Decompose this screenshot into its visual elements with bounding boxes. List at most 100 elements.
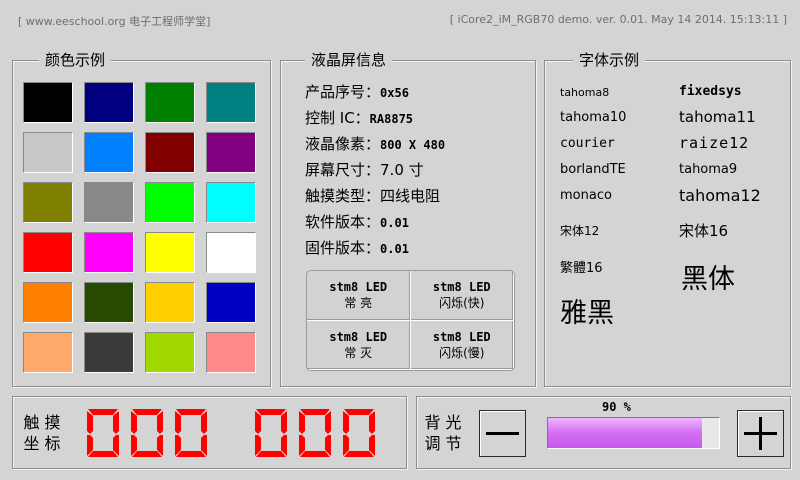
touch-label-line2: 坐 标 xyxy=(23,434,61,453)
led-button-line2: 常 灭 xyxy=(344,345,373,360)
brightness-decrease-button[interactable] xyxy=(479,410,526,457)
font-demo-title: 字体示例 xyxy=(573,51,646,69)
info-label: 产品序号： xyxy=(305,83,381,101)
segment-d xyxy=(256,451,286,457)
seven-segment-digit xyxy=(299,409,331,457)
font-sample-heiti: 黑体 xyxy=(681,264,735,295)
color-swatch xyxy=(145,182,195,223)
font-sample-tahoma11: tahoma11 xyxy=(679,108,756,126)
segment-b xyxy=(113,411,119,434)
info-value: 0x56 xyxy=(380,86,409,100)
segment-d xyxy=(132,451,162,457)
segment-d xyxy=(344,451,374,457)
color-swatch xyxy=(84,332,134,373)
info-label: 固件版本： xyxy=(305,239,381,257)
font-sample-monaco: monaco xyxy=(560,188,612,203)
led-button-line1: stm8 LED xyxy=(329,280,388,295)
brightness-progress-fill xyxy=(548,418,702,448)
info-label: 软件版本： xyxy=(305,213,381,231)
seven-segment-digit xyxy=(87,409,119,457)
font-sample-yahei: 雅黑 xyxy=(560,298,614,329)
brightness-percent: 90 % xyxy=(602,400,631,414)
info-row-firmware-version: 固件版本：0.01 xyxy=(305,238,445,264)
segment-a xyxy=(256,409,286,415)
color-swatch xyxy=(84,132,134,173)
color-swatch xyxy=(145,82,195,123)
lcd-info-panel: 液晶屏信息 产品序号：0x56 控制 IC：RA8875 液晶像素：800 X … xyxy=(280,51,536,387)
header-version: [ iCore2_iM_RGB70 demo. ver. 0.01. May 1… xyxy=(449,13,787,26)
segment-d xyxy=(300,451,330,457)
color-swatch xyxy=(84,282,134,323)
led-off-button[interactable]: stm8 LED 常 灭 xyxy=(307,320,411,370)
led-button-line2: 闪烁(慢) xyxy=(439,345,485,360)
segment-a xyxy=(176,409,206,415)
segment-f xyxy=(87,411,93,434)
font-sample-courier: courier xyxy=(560,136,615,151)
plus-icon xyxy=(744,417,777,450)
info-value: 四线电阻 xyxy=(380,187,441,205)
color-swatch xyxy=(23,82,73,123)
seven-segment-digit xyxy=(131,409,163,457)
brightness-increase-button[interactable] xyxy=(737,410,784,457)
segment-b xyxy=(157,411,163,434)
color-swatch xyxy=(145,282,195,323)
minus-icon xyxy=(486,432,519,435)
segment-b xyxy=(281,411,287,434)
touch-x-display xyxy=(82,406,214,460)
segment-f xyxy=(175,411,181,434)
color-swatch xyxy=(145,132,195,173)
backlight-label: 背 光 调 节 xyxy=(423,412,463,454)
segment-b xyxy=(369,411,375,434)
font-sample-tahoma8: tahoma8 xyxy=(560,86,610,99)
color-demo-title: 颜色示例 xyxy=(39,51,112,69)
backlight-label-line1: 背 光 xyxy=(424,413,462,432)
seven-segment-digit xyxy=(175,409,207,457)
info-row-size: 屏幕尺寸：7.0 寸 xyxy=(305,160,445,186)
led-blink-fast-button[interactable]: stm8 LED 闪烁(快) xyxy=(410,271,514,321)
font-sample-tahoma12: tahoma12 xyxy=(679,186,761,205)
color-swatch xyxy=(206,182,256,223)
color-swatch xyxy=(23,182,73,223)
led-blink-slow-button[interactable]: stm8 LED 闪烁(慢) xyxy=(410,320,514,370)
color-swatch xyxy=(84,182,134,223)
segment-b xyxy=(201,411,207,434)
touch-label-line1: 触 摸 xyxy=(23,413,61,432)
font-sample-raize12: raize12 xyxy=(679,134,750,152)
color-swatch xyxy=(206,232,256,273)
info-row-controller: 控制 IC：RA8875 xyxy=(305,108,445,134)
color-swatch xyxy=(145,232,195,273)
segment-f xyxy=(299,411,305,434)
font-sample-borlandte: borlandTE xyxy=(560,162,626,177)
font-sample-song12: 宋体12 xyxy=(560,224,600,238)
color-swatch xyxy=(206,282,256,323)
led-button-line2: 闪烁(快) xyxy=(439,296,485,311)
touch-coordinate-panel: 触 摸 坐 标 xyxy=(12,396,407,469)
info-value: RA8875 xyxy=(369,112,414,126)
color-demo-panel: 颜色示例 xyxy=(12,51,271,387)
info-label: 屏幕尺寸： xyxy=(305,161,381,179)
segment-f xyxy=(343,411,349,434)
touch-label: 触 摸 坐 标 xyxy=(22,412,62,454)
info-row-touch-type: 触摸类型：四线电阻 xyxy=(305,186,445,212)
font-sample-tahoma10: tahoma10 xyxy=(560,110,627,125)
color-swatch xyxy=(84,232,134,273)
font-sample-song16: 宋体16 xyxy=(679,222,729,240)
led-button-line1: stm8 LED xyxy=(432,329,491,344)
touch-y-display xyxy=(250,406,382,460)
font-sample-fanti16: 繁體16 xyxy=(560,261,603,276)
color-swatch xyxy=(145,332,195,373)
backlight-panel: 背 光 调 节 90 % xyxy=(416,396,791,469)
segment-b xyxy=(325,411,331,434)
color-swatch xyxy=(206,132,256,173)
color-swatch xyxy=(206,82,256,123)
color-swatch xyxy=(23,332,73,373)
segment-a xyxy=(132,409,162,415)
lcd-info-title: 液晶屏信息 xyxy=(305,51,393,69)
brightness-progress-bar[interactable] xyxy=(547,417,720,449)
led-on-button[interactable]: stm8 LED 常 亮 xyxy=(307,271,411,321)
seven-segment-digit xyxy=(343,409,375,457)
info-row-serial: 产品序号：0x56 xyxy=(305,82,445,108)
color-swatch xyxy=(206,332,256,373)
led-button-group: stm8 LED 常 亮 stm8 LED 闪烁(快) stm8 LED 常 灭… xyxy=(306,270,515,371)
info-value: 0.01 xyxy=(380,216,409,230)
